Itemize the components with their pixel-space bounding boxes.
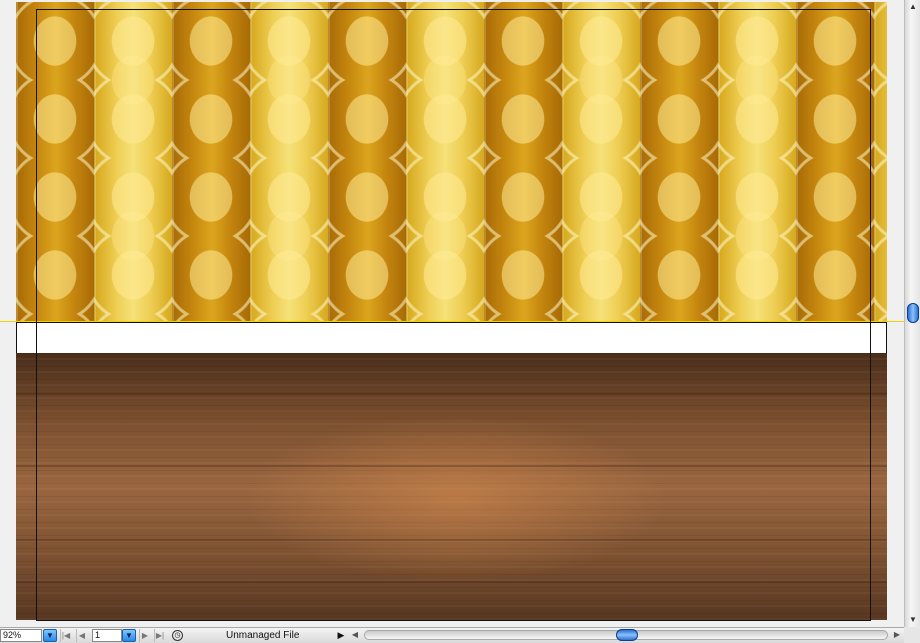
white-text-frame[interactable] — [16, 322, 887, 354]
scroll-right-icon[interactable]: ▶ — [890, 629, 904, 641]
first-page-icon[interactable]: |◀ — [60, 629, 71, 642]
page-number-field[interactable]: 1 — [92, 629, 122, 642]
scrollbar-corner — [904, 627, 920, 643]
vertical-scrollbar[interactable]: ▲ ▼ — [904, 0, 920, 627]
horizontal-scroll-thumb[interactable] — [616, 629, 638, 641]
scroll-up-icon[interactable]: ▲ — [905, 0, 920, 14]
prev-page-icon[interactable]: ◀ — [76, 629, 87, 642]
wood-grain-line — [16, 465, 887, 467]
file-status-label: Unmanaged File — [226, 630, 300, 641]
zoom-field[interactable]: 92% — [0, 629, 42, 642]
wood-grain-line — [16, 393, 887, 395]
next-page-icon[interactable]: ▶ — [139, 629, 150, 642]
scroll-left-icon[interactable]: ◀ — [348, 629, 362, 641]
chevron-down-icon[interactable]: ▼ — [43, 629, 57, 642]
wood-grain-line — [16, 581, 887, 583]
wallpaper-image[interactable] — [16, 2, 887, 322]
scroll-down-icon[interactable]: ▼ — [905, 613, 920, 627]
vertical-scroll-thumb[interactable] — [907, 303, 919, 323]
last-page-icon[interactable]: ▶| — [154, 629, 165, 642]
preflight-icon[interactable]: ◷ — [172, 630, 183, 641]
play-triangle-icon[interactable]: ▶ — [336, 628, 346, 643]
wood-image[interactable] — [16, 353, 887, 620]
document-canvas[interactable] — [0, 0, 920, 627]
chevron-down-icon[interactable]: ▼ — [122, 629, 136, 642]
wood-grain-line — [16, 539, 887, 541]
horizontal-scrollbar[interactable]: ◀ ▶ — [348, 627, 904, 643]
